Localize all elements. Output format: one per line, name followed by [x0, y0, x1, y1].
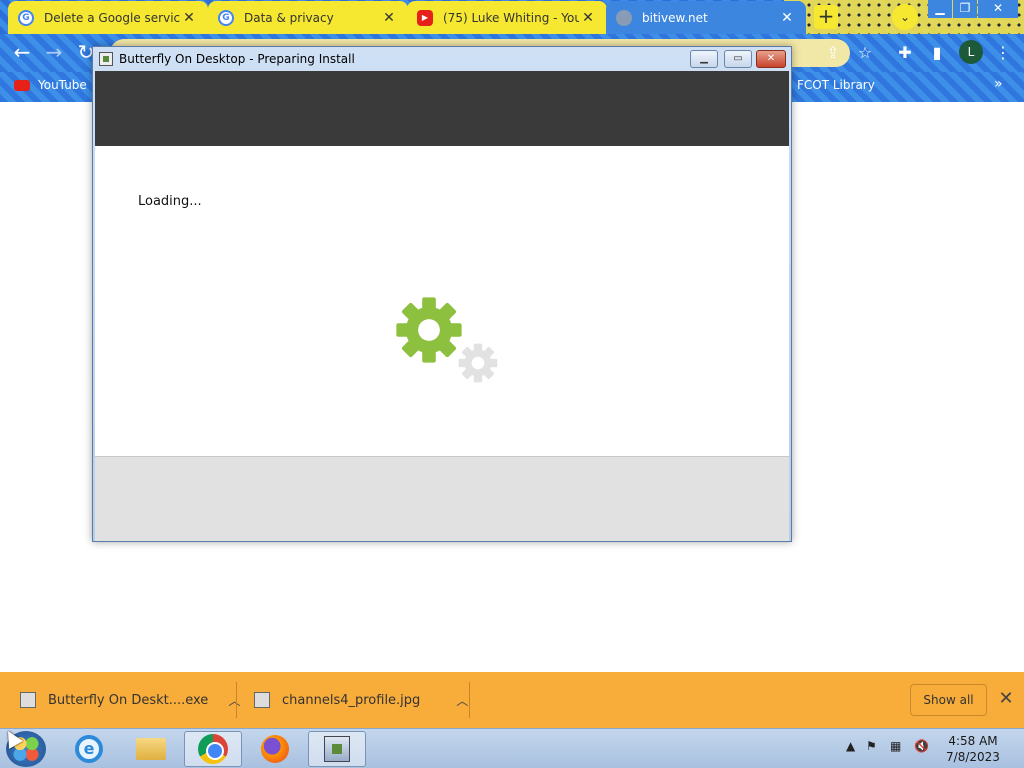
network-icon[interactable]: ▦ — [890, 739, 901, 753]
tab-close-icon[interactable]: ✕ — [579, 10, 597, 26]
dialog-body: Loading... — [95, 146, 789, 456]
dialog-title: Butterfly On Desktop - Preparing Install — [119, 52, 355, 66]
taskbar-file-explorer[interactable] — [122, 731, 180, 767]
clock-time: 4:58 AM — [948, 734, 998, 748]
divider — [236, 682, 237, 718]
installer-dialog: Butterfly On Desktop - Preparing Install… — [92, 46, 792, 542]
chevron-up-icon[interactable]: ︿ — [228, 692, 240, 709]
tab-search-button[interactable]: ⌄ — [892, 4, 918, 30]
restore-icon[interactable]: ❐ — [953, 0, 977, 18]
download-item-installer[interactable]: Butterfly On Deskt....exe ︿ — [20, 672, 240, 728]
clock-date: 7/8/2023 — [946, 750, 1000, 764]
google-icon: G — [18, 9, 34, 26]
chevron-up-icon[interactable]: ︿ — [456, 692, 468, 709]
tab-close-icon[interactable]: ✕ — [778, 10, 796, 26]
download-filename: Butterfly On Deskt....exe — [48, 692, 209, 708]
tab-close-icon[interactable]: ✕ — [380, 10, 398, 26]
back-arrow-icon[interactable]: ← — [10, 41, 34, 65]
folder-icon — [136, 738, 166, 760]
youtube-icon — [14, 79, 30, 91]
tab-title: Delete a Google service — [44, 10, 180, 25]
downloads-bar: Butterfly On Deskt....exe ︿ channels4_pr… — [0, 672, 1024, 728]
globe-icon — [616, 9, 632, 26]
share-icon[interactable]: ⇪ — [822, 42, 844, 64]
dialog-footer — [95, 456, 789, 541]
side-panel-icon[interactable]: ▮ — [926, 42, 948, 64]
bookmark-fcot-library[interactable]: FCOT Library — [797, 78, 875, 92]
volume-muted-icon[interactable]: 🔇 — [914, 739, 929, 753]
chrome-icon — [198, 734, 228, 764]
bookmark-label: FCOT Library — [797, 78, 875, 92]
tab-title: bitivew.net — [642, 10, 708, 25]
bookmarks-overflow-icon[interactable]: » — [994, 76, 1003, 92]
dialog-titlebar[interactable]: Butterfly On Desktop - Preparing Install — [93, 47, 791, 71]
internet-explorer-icon: e — [75, 735, 103, 763]
dialog-header-banner — [95, 71, 789, 146]
close-icon[interactable]: ✕ — [978, 0, 1018, 18]
loading-text: Loading... — [138, 194, 202, 209]
taskbar-chrome[interactable] — [184, 731, 242, 767]
installer-icon — [324, 736, 350, 762]
gear-small-icon — [458, 343, 498, 383]
bookmark-star-icon[interactable]: ☆ — [854, 42, 876, 64]
profile-avatar[interactable]: L — [959, 40, 983, 64]
divider — [469, 682, 470, 718]
dialog-minimize-button[interactable]: ▁ — [690, 50, 718, 68]
menu-kebab-icon[interactable]: ⋮ — [992, 42, 1014, 64]
forward-arrow-icon[interactable]: → — [42, 41, 66, 65]
taskbar: e ▲ ⚑ ▦ 🔇 4:58 AM 7/8/2023 — [0, 728, 1024, 768]
tab-strip: G Delete a Google service ✕ G Data & pri… — [0, 0, 1024, 34]
bookmark-label: YouTube — [38, 78, 87, 92]
tab-title: (75) Luke Whiting - YouTube — [443, 10, 579, 25]
gear-icon — [396, 297, 462, 363]
download-filename: channels4_profile.jpg — [282, 692, 421, 708]
tab-youtube[interactable]: ▶ (75) Luke Whiting - YouTube ✕ — [407, 1, 607, 34]
installer-file-icon — [20, 692, 36, 708]
tab-data-privacy[interactable]: G Data & privacy ✕ — [208, 1, 408, 34]
youtube-icon: ▶ — [417, 9, 433, 26]
image-file-icon — [254, 692, 270, 708]
tab-close-icon[interactable]: ✕ — [180, 10, 198, 26]
system-clock[interactable]: 4:58 AM 7/8/2023 — [942, 733, 1004, 765]
tab-bitivew[interactable]: bitivew.net ✕ — [606, 1, 806, 34]
bookmark-youtube[interactable]: YouTube — [14, 78, 87, 92]
tab-delete-google-service[interactable]: G Delete a Google service ✕ — [8, 1, 208, 34]
google-icon: G — [218, 9, 234, 26]
download-item-image[interactable]: channels4_profile.jpg ︿ — [254, 672, 468, 728]
new-tab-button[interactable]: + — [814, 5, 838, 29]
taskbar-firefox[interactable] — [246, 731, 304, 767]
tray-expand-icon[interactable]: ▲ — [846, 739, 855, 753]
taskbar-installer[interactable] — [308, 731, 366, 767]
taskbar-internet-explorer[interactable]: e — [60, 731, 118, 767]
show-all-button[interactable]: Show all — [910, 684, 987, 716]
minimize-icon[interactable]: ▁ — [928, 0, 952, 18]
action-center-flag-icon[interactable]: ⚑ — [866, 739, 877, 753]
dialog-close-button[interactable]: ✕ — [756, 50, 786, 68]
firefox-icon — [261, 735, 289, 763]
tab-title: Data & privacy — [244, 10, 334, 25]
close-icon[interactable]: ✕ — [996, 689, 1016, 709]
installer-app-icon — [99, 52, 113, 66]
dialog-maximize-button[interactable]: ▭ — [724, 50, 752, 68]
extensions-icon[interactable]: ✚ — [894, 42, 916, 64]
